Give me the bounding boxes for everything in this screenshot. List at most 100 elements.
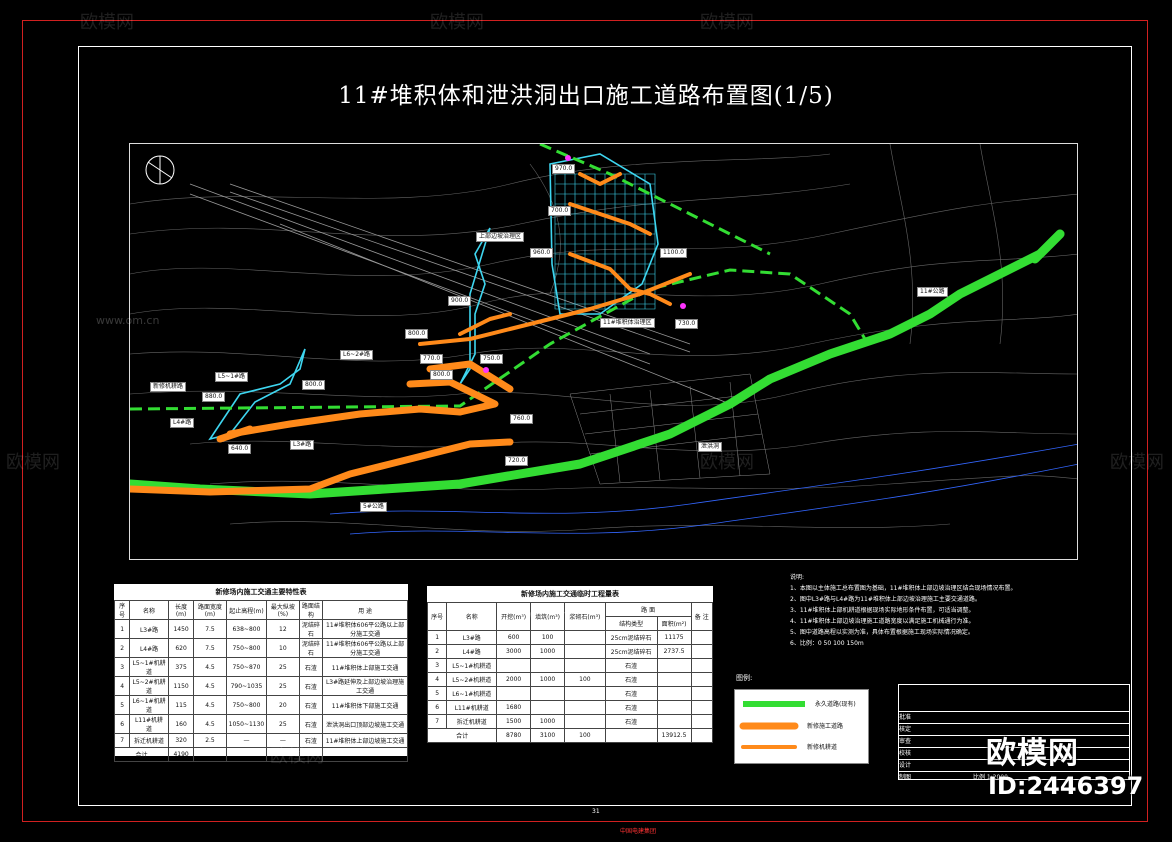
elev-label: 880.0 <box>202 392 226 402</box>
note-item: 6、比例：0 50 100 150m <box>790 640 864 647</box>
table-row: 5 L6~1#机耕道 石渣 <box>426 686 714 701</box>
north-arrow-icon <box>145 155 175 185</box>
table2-header: 名称 <box>446 602 498 631</box>
table-cell: 4 <box>113 676 131 696</box>
table-cell: 10 <box>266 638 300 658</box>
road-label-2: 11#公路 <box>917 287 948 297</box>
table-cell: 4190 <box>167 747 195 762</box>
road-label-new: 新修机耕路 <box>150 382 187 392</box>
table-cell: 5 <box>426 686 448 701</box>
elev-label: 970.0 <box>552 164 576 174</box>
table-cell: 合计 <box>114 747 169 762</box>
table-cell <box>690 644 714 659</box>
table-cell: L3#路 <box>446 630 498 645</box>
table-cell: 11#堆积体上部边坡施工交通 <box>322 733 408 748</box>
table-cell: 2 <box>426 644 448 659</box>
watermark-text: 欧模网 <box>80 12 134 33</box>
table-cell: 100 <box>564 728 606 743</box>
table-cell: 石渣 <box>298 676 324 696</box>
table-cell: 石渣 <box>298 695 324 715</box>
elev-label: 700.0 <box>548 206 572 216</box>
titleblock-cell: 制图 <box>899 774 912 781</box>
table-cell <box>690 714 714 729</box>
table-cell <box>564 644 606 659</box>
sheet-number: 31 <box>592 808 600 815</box>
table-cell: 25 <box>266 714 300 734</box>
elev-label: 960.0 <box>530 248 554 258</box>
table-cell <box>656 714 692 729</box>
table-cell <box>656 658 692 673</box>
table1-header: 路面结构 <box>298 600 324 620</box>
table-cell <box>496 658 532 673</box>
table-cell: 石渣 <box>604 686 658 701</box>
table2-group-header: 路 面 <box>604 602 692 617</box>
table-row: 2 L4#路 620 7.5 750~800 10 泥结碎石 11#堆积体606平公路以上部分… <box>113 638 408 658</box>
brand-id: ID:2446397 <box>988 772 1144 800</box>
titleblock-cell: 设计 <box>899 762 912 769</box>
map-drawing <box>130 144 1077 535</box>
table-cell: 石渣 <box>298 714 324 734</box>
table-cell <box>496 686 532 701</box>
table-cell <box>690 630 714 645</box>
note-item: 3、11#堆积体上部机耕道根据现场实际地形条件布置，可适当调整。 <box>790 607 975 614</box>
footer-red-label: 中国电建集团 <box>620 828 657 835</box>
table-cell: 4 <box>426 672 448 687</box>
table-cell: 1 <box>113 619 131 639</box>
table-cell: 11#堆积体下部施工交通 <box>322 695 408 715</box>
table-cell <box>530 686 566 701</box>
drawing-title: 11#堆积体和泄洪洞出口施工道路布置图(1/5) <box>338 83 834 109</box>
table-cell: 2737.5 <box>656 644 692 659</box>
table-cell: 2.5 <box>193 733 227 748</box>
watermark-site: www.om.cn <box>96 314 160 327</box>
titleblock-cell: 审查 <box>899 738 912 745</box>
table-row: 7 拆迁机耕道 320 2.5— — 石渣 11#堆积体上部边坡施工交通 <box>113 733 408 748</box>
table-cell: 石渣 <box>604 714 658 729</box>
elev-label: 730.0 <box>675 319 699 329</box>
table-cell <box>604 728 658 743</box>
table-cell: 3000 <box>496 644 532 659</box>
table-cell: 4.5 <box>193 695 227 715</box>
table-cell: 1450 <box>167 619 195 639</box>
table-row: 6 L11#机耕道 1680 石渣 <box>426 700 714 715</box>
table-cell: 1000 <box>530 672 566 687</box>
legend-label: 永久道路(现有) <box>815 701 856 708</box>
legend-box: 永久道路(现有) 新修施工道路 新修机耕道 <box>734 689 869 764</box>
table-cell <box>564 714 606 729</box>
table1-header: 起止高程(m) <box>225 600 268 620</box>
table-cell: 4.5 <box>193 714 227 734</box>
zone-label-upper: 上部边坡治理区 <box>476 232 525 242</box>
table-cell: 12 <box>266 619 300 639</box>
table-cell: 20 <box>266 695 300 715</box>
table-cell: 750~870 <box>225 657 268 677</box>
table-cell: 100 <box>564 672 606 687</box>
table-cell: L3#路 <box>129 619 169 639</box>
table-cell: L5~2#机耕道 <box>129 676 169 696</box>
table1-header: 用 途 <box>322 600 408 620</box>
table-cell <box>564 700 606 715</box>
titleblock-row: 批准 <box>899 711 1129 721</box>
table-cell: L3#路延伸及上部边坡治理施工交通 <box>322 676 408 696</box>
table-cell <box>564 630 606 645</box>
road-label-l3: L3#路 <box>290 440 315 450</box>
table2-header: 序号 <box>426 602 448 631</box>
table-cell: 620 <box>167 638 195 658</box>
elev-label: 640.0 <box>228 444 252 454</box>
elev-label: 720.0 <box>505 456 529 466</box>
table-cell <box>530 700 566 715</box>
table-cell: 160 <box>167 714 195 734</box>
table1-total-row: 合计 4190 <box>114 747 408 762</box>
table-cell <box>690 700 714 715</box>
elev-top: 1100.0 <box>660 248 687 258</box>
table-cell: 1500 <box>496 714 532 729</box>
table-cell: 1 <box>426 630 448 645</box>
watermark-text: 欧模网 <box>270 746 324 767</box>
table1-header-row: 序号 名称 长度(m) 路面宽度(m) 起止高程(m) 最大纵坡(%) 路面结构… <box>113 600 408 620</box>
table2-total-row: 合计 8780 3100 100 13912.5 <box>426 728 714 743</box>
table-cell: 11#堆积体上部施工交通 <box>322 657 408 677</box>
table-row: 4 L5~2#机耕道 2000 1000 100 石渣 <box>426 672 714 687</box>
table-cell: 4.5 <box>193 657 227 677</box>
table-cell: 5 <box>113 695 131 715</box>
table-cell: L4#路 <box>446 644 498 659</box>
table-cell: L6~1#机耕道 <box>129 695 169 715</box>
table-cell: 石渣 <box>298 657 324 677</box>
